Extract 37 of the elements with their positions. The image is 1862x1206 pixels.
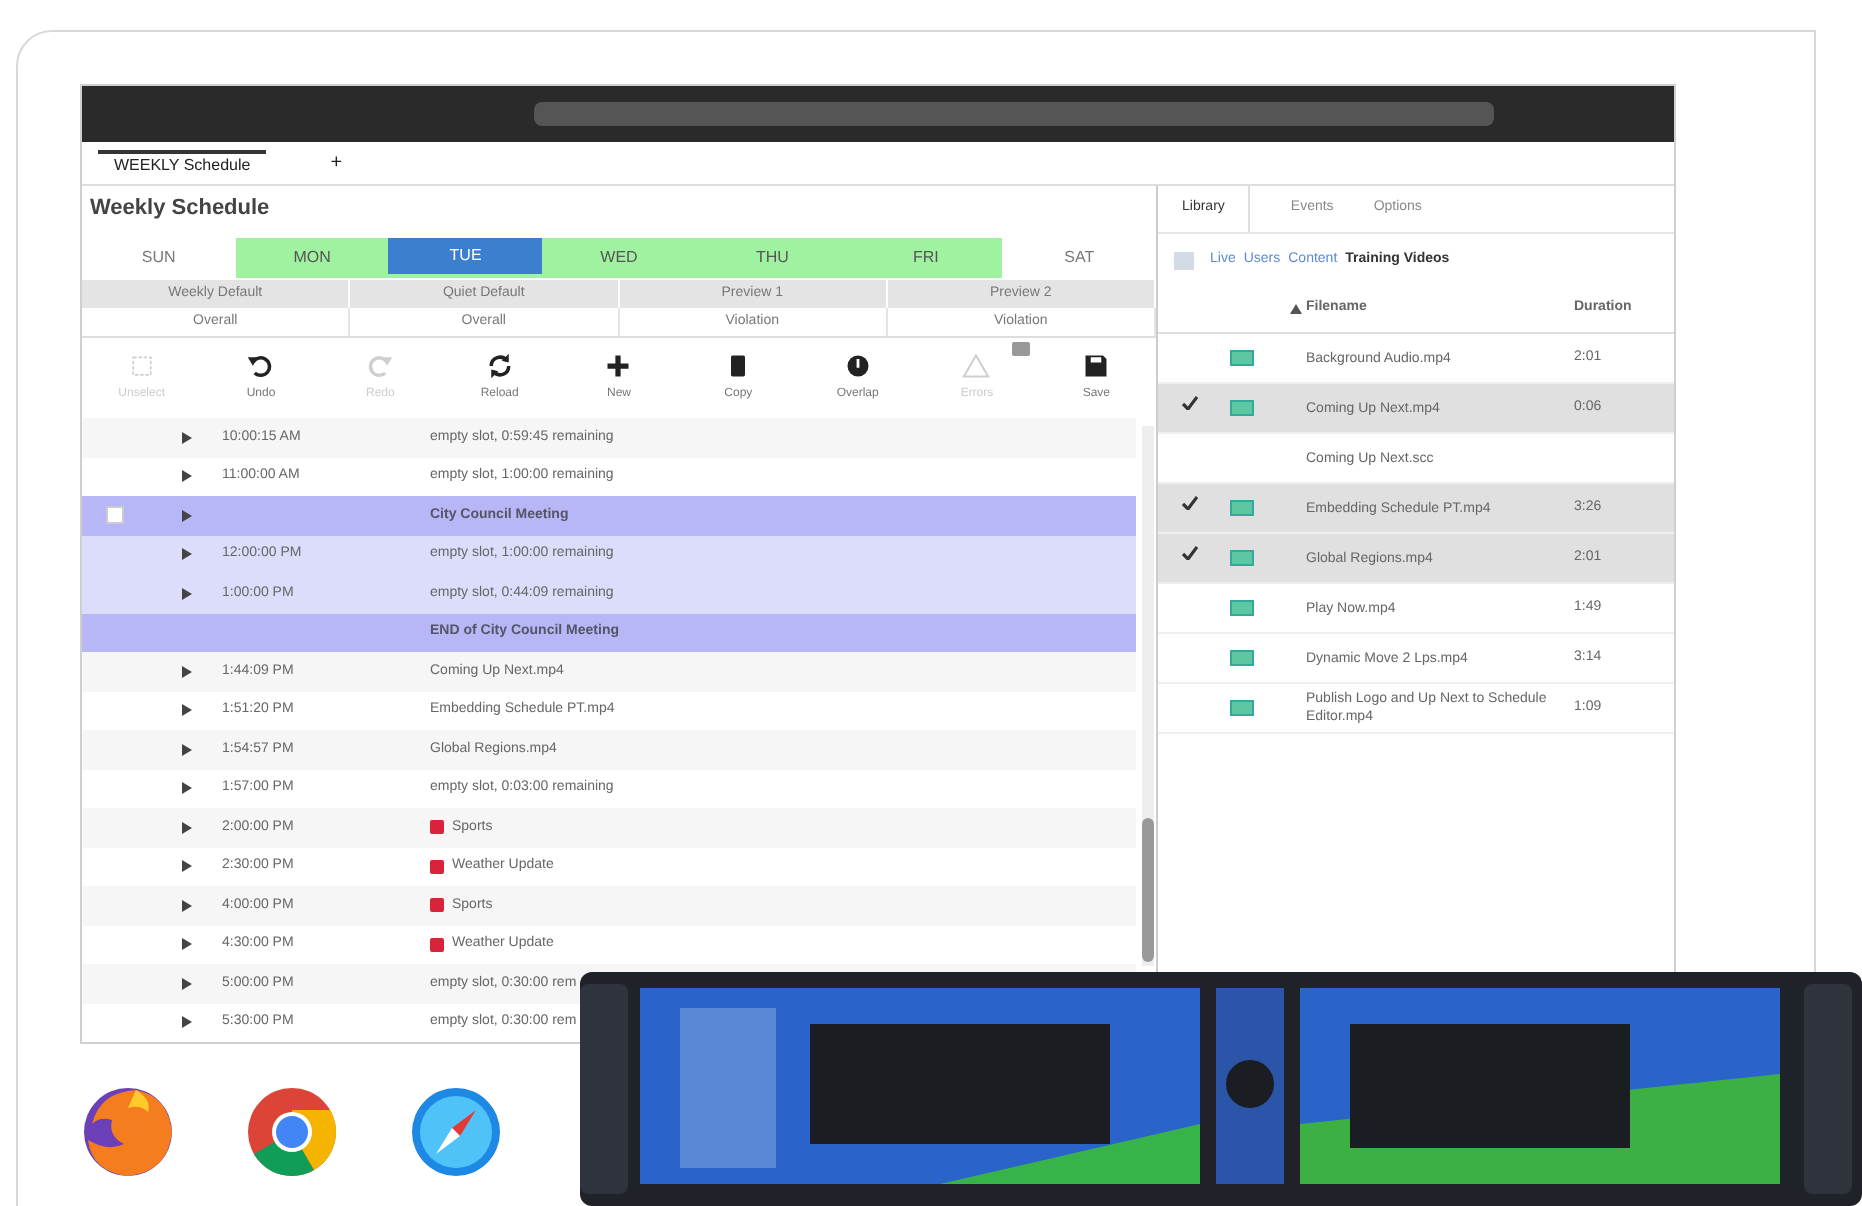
- expand-arrow-icon[interactable]: [182, 470, 192, 483]
- expand-arrow-icon[interactable]: [182, 860, 192, 873]
- plus-icon: [604, 351, 633, 380]
- sort-arrow-icon: [1290, 304, 1306, 314]
- expand-arrow-icon[interactable]: [182, 977, 192, 990]
- expand-arrow-icon[interactable]: [182, 821, 192, 834]
- expand-arrow-icon[interactable]: [182, 665, 192, 678]
- compass-icon[interactable]: [408, 1084, 504, 1180]
- redo-icon: [366, 351, 395, 380]
- expand-arrow-icon[interactable]: [182, 509, 192, 522]
- tab[interactable]: +: [314, 148, 359, 178]
- undo-icon: [246, 351, 275, 380]
- info-icon: [843, 351, 872, 380]
- expand-arrow-icon[interactable]: [182, 743, 192, 756]
- fox-globe-icon[interactable]: [80, 1084, 176, 1180]
- expand-arrow-icon[interactable]: [182, 587, 192, 600]
- checkbox[interactable]: [106, 506, 124, 525]
- expand-arrow-icon[interactable]: [182, 782, 192, 795]
- expand-arrow-icon[interactable]: [182, 548, 192, 561]
- tricolor-circle-icon[interactable]: [244, 1084, 340, 1180]
- warning-icon: [962, 351, 991, 380]
- selection-icon: [127, 351, 156, 380]
- save-icon: [1082, 351, 1111, 380]
- expand-arrow-icon[interactable]: [182, 704, 192, 717]
- day-tab[interactable]: MON: [235, 237, 389, 278]
- refresh-icon: [485, 351, 514, 380]
- expand-arrow-icon[interactable]: [182, 1016, 192, 1029]
- tab[interactable]: WEEKLY Schedule: [98, 149, 267, 177]
- day-tab[interactable]: TUE: [388, 237, 543, 278]
- panel-title: Weekly Schedule: [88, 194, 272, 224]
- day-tab[interactable]: FRI: [849, 237, 1003, 278]
- scrollbar-thumb[interactable]: [1142, 818, 1154, 962]
- day-tab[interactable]: THU: [695, 237, 850, 278]
- expand-arrow-icon[interactable]: [182, 899, 192, 912]
- expand-arrow-icon[interactable]: [182, 938, 192, 951]
- day-tab[interactable]: WED: [542, 237, 696, 278]
- expand-arrow-icon[interactable]: [182, 431, 192, 444]
